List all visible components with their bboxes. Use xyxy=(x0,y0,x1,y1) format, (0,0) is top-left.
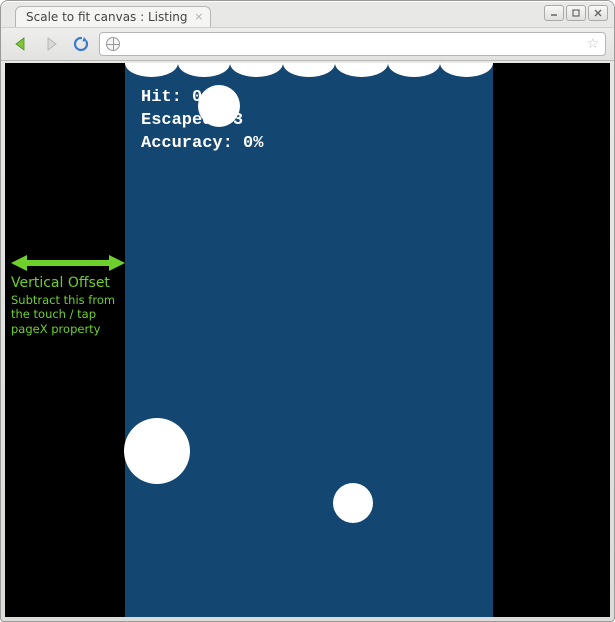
back-button[interactable] xyxy=(9,32,33,56)
forward-button[interactable] xyxy=(39,32,63,56)
offset-annotation: Vertical Offset Subtract this from the t… xyxy=(11,275,126,336)
game-canvas[interactable]: Hit: 0 Escaped: 3 Accuracy: 0% xyxy=(125,63,493,617)
window-controls xyxy=(544,5,608,21)
browser-tab[interactable]: Scale to fit canvas : Listing × xyxy=(15,6,211,27)
bubble[interactable] xyxy=(333,483,373,523)
minimize-button[interactable] xyxy=(544,5,564,21)
annotation-title: Vertical Offset xyxy=(11,275,126,291)
bookmark-star-icon[interactable]: ☆ xyxy=(586,36,599,52)
page-viewport: Hit: 0 Escaped: 3 Accuracy: 0% Vertic xyxy=(5,63,610,617)
titlebar: Scale to fit canvas : Listing × xyxy=(1,1,614,27)
annotation-desc: Subtract this from the touch / tap pageX… xyxy=(11,293,126,336)
close-icon[interactable]: × xyxy=(194,11,203,22)
wave-border xyxy=(125,63,493,77)
maximize-button[interactable] xyxy=(566,5,586,21)
browser-window: Scale to fit canvas : Listing × xyxy=(0,0,615,622)
bubble[interactable] xyxy=(124,418,190,484)
reload-button[interactable] xyxy=(69,32,93,56)
tab-title: Scale to fit canvas : Listing xyxy=(26,10,188,24)
score-accuracy-row: Accuracy: 0% xyxy=(141,133,263,156)
offset-arrow-icon xyxy=(11,253,125,273)
accuracy-value: 0% xyxy=(243,134,263,153)
close-window-button[interactable] xyxy=(588,5,608,21)
accuracy-label: Accuracy: xyxy=(141,134,233,153)
url-bar[interactable]: ☆ xyxy=(99,32,606,56)
url-input[interactable] xyxy=(126,37,580,51)
hit-label: Hit: xyxy=(141,88,182,107)
browser-toolbar: ☆ xyxy=(1,27,614,61)
bubble[interactable] xyxy=(198,85,240,127)
globe-icon xyxy=(106,37,120,51)
